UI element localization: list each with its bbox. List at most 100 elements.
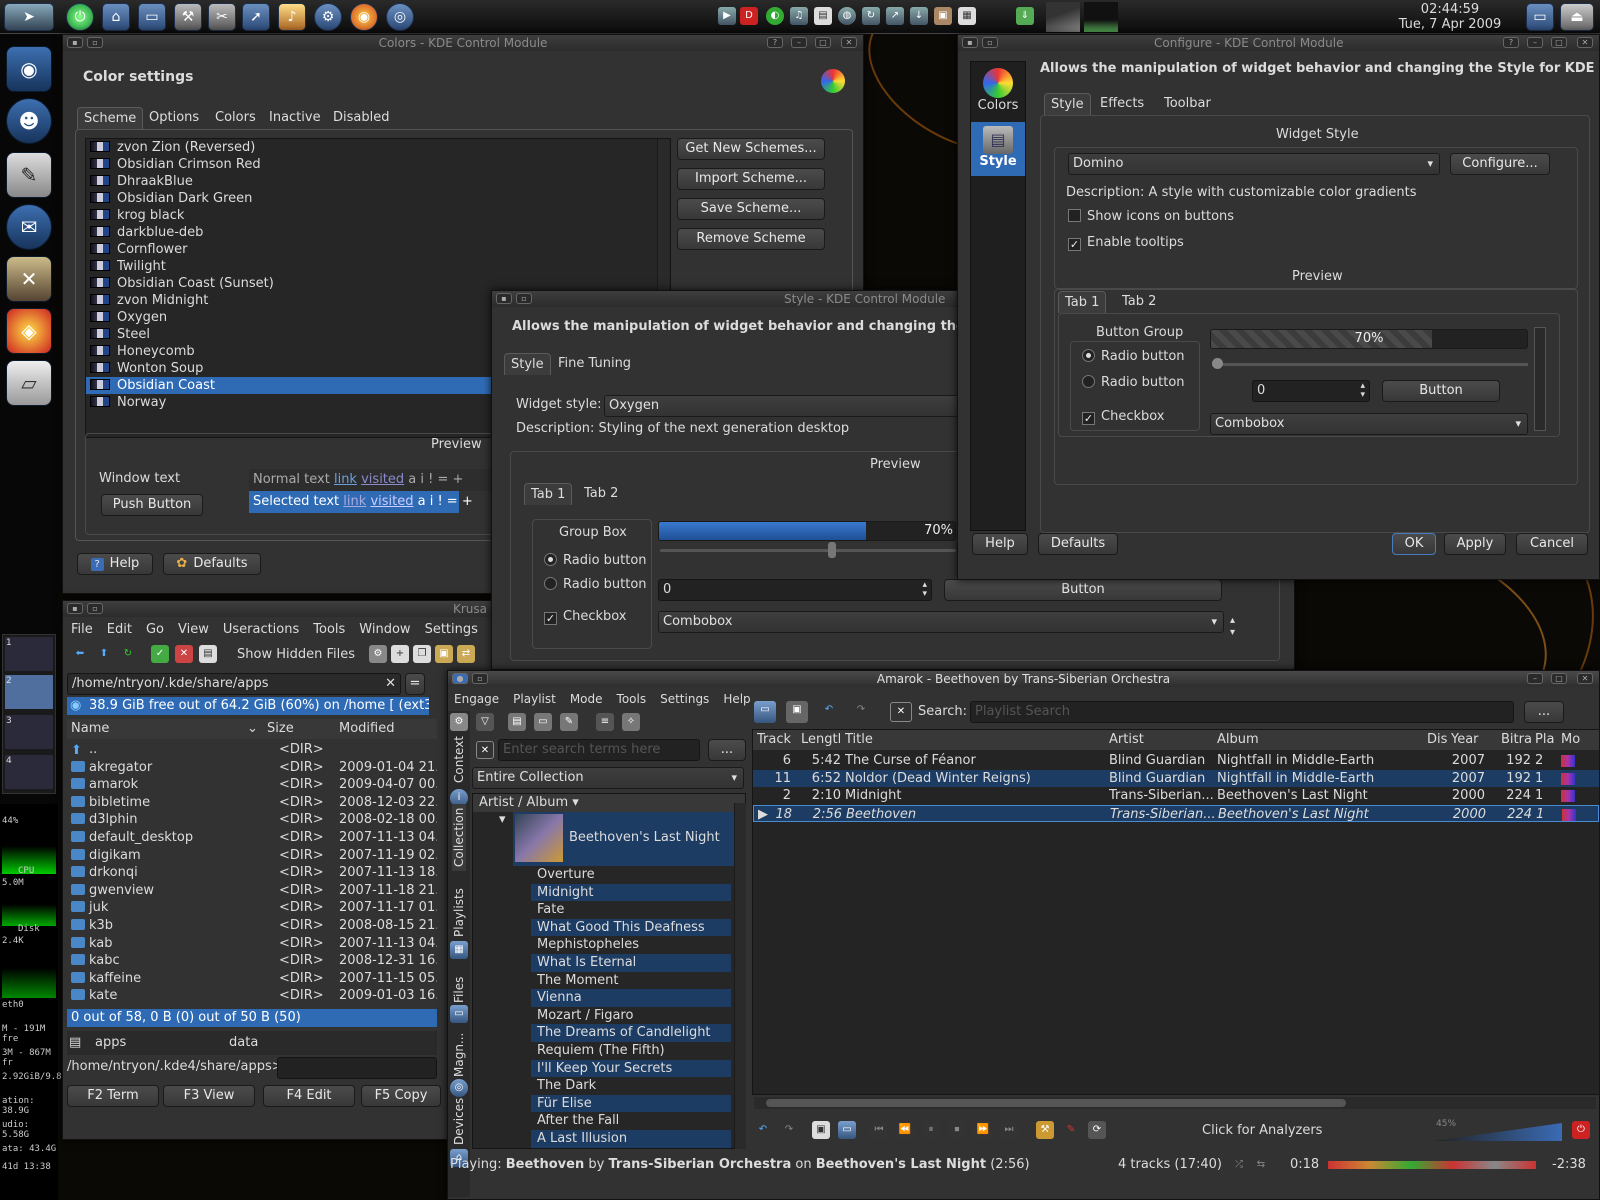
tab-scheme[interactable]: Scheme — [77, 107, 144, 129]
column-header[interactable]: Pla — [1535, 730, 1557, 750]
collection-track[interactable]: The Dreams of Candlelight — [531, 1024, 731, 1042]
menu-playlist[interactable]: Playlist — [513, 692, 556, 706]
panel-tab-data[interactable]: data — [229, 1035, 258, 1050]
minimize-button[interactable]: – — [1527, 37, 1543, 48]
editor-icon[interactable]: ✎ — [6, 152, 52, 198]
sync-icon[interactable]: ⇄ — [457, 645, 475, 663]
panel-tab-apps[interactable]: apps — [95, 1035, 126, 1050]
scheme-list-item[interactable]: zvon Zion (Reversed) — [86, 139, 670, 156]
desktop-icon[interactable]: ▭ — [1526, 3, 1554, 31]
undo-icon[interactable]: ↶ — [754, 1121, 772, 1139]
radio-button-2[interactable]: Radio button — [1082, 375, 1185, 390]
side-tab-collection[interactable]: Collection — [452, 803, 466, 871]
column-header[interactable]: Year — [1451, 730, 1485, 750]
show-icons-checkbox[interactable]: Show icons on buttons — [1068, 209, 1234, 224]
save-tray-icon[interactable]: ⇓ — [1016, 7, 1034, 25]
forward-icon[interactable]: ⏩ — [974, 1121, 992, 1139]
colors-titlebar[interactable]: ▪ ▫ Colors - KDE Control Module ? – □ ✕ — [63, 35, 863, 51]
menu-help[interactable]: Help — [723, 692, 750, 706]
scheme-list-item[interactable]: DhraakBlue — [86, 173, 670, 190]
menu-button[interactable]: ▪ — [67, 603, 83, 614]
file-row[interactable]: ⬆.. <DIR> — [67, 741, 437, 759]
collection-track[interactable]: Vienna — [531, 989, 731, 1007]
remove-scheme-button[interactable]: Remove Scheme — [677, 228, 825, 250]
menu-mode[interactable]: Mode — [570, 692, 603, 706]
minimize-button[interactable]: – — [1527, 673, 1543, 684]
tag-icon[interactable]: ✎ — [560, 713, 578, 731]
close-button[interactable]: ✕ — [1577, 673, 1593, 684]
tab-disabled[interactable]: Disabled — [327, 107, 395, 129]
column-header[interactable]: Title — [845, 730, 1105, 750]
select-icon[interactable]: ✓ — [151, 645, 169, 663]
playlist-row[interactable]: 2 2:10 Midnight Trans-Siberian... Beethoven'… — [753, 787, 1599, 805]
sticky-button[interactable]: ▫ — [87, 603, 103, 614]
minimize-button[interactable]: – — [791, 37, 807, 48]
menu-file[interactable]: File — [71, 622, 93, 637]
file-row[interactable]: d3lphin <DIR> 2008-02-18 00.. — [67, 811, 437, 829]
add-media-icon[interactable]: ▣ — [812, 1121, 830, 1139]
green-orb-icon[interactable]: ⏻ — [66, 3, 94, 31]
side-tab-context[interactable]: Context — [452, 736, 466, 783]
collection-track[interactable]: Mozart / Figaro — [531, 1007, 731, 1025]
seek-bar[interactable] — [1328, 1161, 1536, 1169]
help-button[interactable]: Help — [972, 533, 1028, 555]
collection-track[interactable]: Für Elise — [531, 1094, 731, 1113]
thunderbird-icon[interactable]: ✉ — [6, 204, 52, 250]
file-row[interactable]: kaffeine <DIR> 2007-11-15 05.. — [67, 970, 437, 988]
clipboard-tray-icon[interactable]: ▤ — [814, 7, 832, 25]
collection-track[interactable]: The Moment — [531, 972, 731, 990]
side-tab-files[interactable]: Files — [452, 977, 466, 1003]
scheme-list-item[interactable]: Obsidian Dark Green — [86, 190, 670, 207]
new-icon[interactable]: + — [391, 645, 409, 663]
search-options-button[interactable]: ... — [1524, 701, 1564, 723]
pager-desktop-3[interactable]: 3 — [5, 715, 53, 749]
menu-engage[interactable]: Engage — [454, 692, 499, 706]
network-icon[interactable]: ⌂ — [102, 3, 130, 31]
slider[interactable] — [1212, 358, 1528, 369]
folder-icon[interactable]: ▭ — [838, 1121, 856, 1139]
add-icon[interactable]: ▤ — [508, 713, 526, 731]
green-tray-icon[interactable]: ◐ — [766, 7, 784, 25]
column-size[interactable]: Size — [267, 719, 294, 739]
menu-edit[interactable]: Edit — [107, 622, 132, 637]
menu-window[interactable]: Window — [359, 622, 410, 637]
tab-style[interactable]: Style — [504, 353, 551, 375]
show-hidden-button[interactable]: Show Hidden Files — [237, 645, 355, 665]
push-button[interactable]: Push Button — [101, 494, 203, 516]
sidebar-item-colors[interactable]: Colors — [971, 66, 1025, 116]
playlist-row[interactable]: 6 5:42 The Curse of Féanor Blind Guardian Ni… — [753, 752, 1599, 770]
playlist-hscroll[interactable] — [754, 1097, 1596, 1109]
edit-icon[interactable]: ✎ — [1062, 1121, 1080, 1139]
maximize-button[interactable]: □ — [815, 37, 831, 48]
close-button[interactable]: ✕ — [841, 37, 857, 48]
settings-icon[interactable]: ⚒ — [1036, 1121, 1054, 1139]
clock[interactable]: 02:44:59 Tue, 7 Apr 2009 — [1384, 2, 1516, 32]
configure-button[interactable]: Configure... — [1450, 153, 1550, 175]
collection-track[interactable]: Overture — [531, 866, 731, 884]
logout-icon[interactable]: ⏏ — [1560, 3, 1594, 31]
filter-options-button[interactable]: ... — [708, 739, 746, 761]
pager-desktop-2[interactable]: 2 — [5, 675, 53, 709]
side-tab-magnatune[interactable]: Magn... — [452, 1033, 466, 1077]
playlists-tab-icon[interactable]: ▦ — [450, 941, 468, 959]
path-field[interactable]: /home/ntryon/.kde/share/apps ✕ — [67, 673, 401, 695]
import-scheme-button[interactable]: Import Scheme... — [677, 168, 825, 190]
column-header[interactable]: Artist — [1109, 730, 1215, 750]
tools-dock-icon[interactable]: ✕ — [6, 256, 52, 302]
shuffle-icon[interactable]: ⤮ — [1230, 1156, 1248, 1174]
f3-view-button[interactable]: F3 View — [163, 1085, 255, 1107]
copy-icon[interactable]: ❐ — [413, 645, 431, 663]
kde-menu-icon[interactable]: ➤ — [4, 3, 54, 31]
checkbox[interactable]: ✓ Checkbox — [1082, 409, 1165, 425]
spin-arrows-icon[interactable]: ▴ ▾ — [922, 581, 927, 599]
menu-settings[interactable]: Settings — [425, 622, 478, 637]
compare-icon[interactable]: ▤ — [199, 645, 217, 663]
redo-icon[interactable]: ↷ — [850, 701, 872, 723]
music-icon[interactable]: ♪ — [278, 3, 306, 31]
stop-icon[interactable]: ⏹ — [948, 1121, 966, 1139]
list-view-icon[interactable]: ≡ — [596, 713, 614, 731]
get-new-schemes-button[interactable]: Get New Schemes... — [677, 138, 825, 160]
redo-icon[interactable]: ↷ — [780, 1121, 798, 1139]
collection-track[interactable]: Mephistopheles — [531, 936, 731, 954]
column-header[interactable]: Album — [1217, 730, 1423, 750]
